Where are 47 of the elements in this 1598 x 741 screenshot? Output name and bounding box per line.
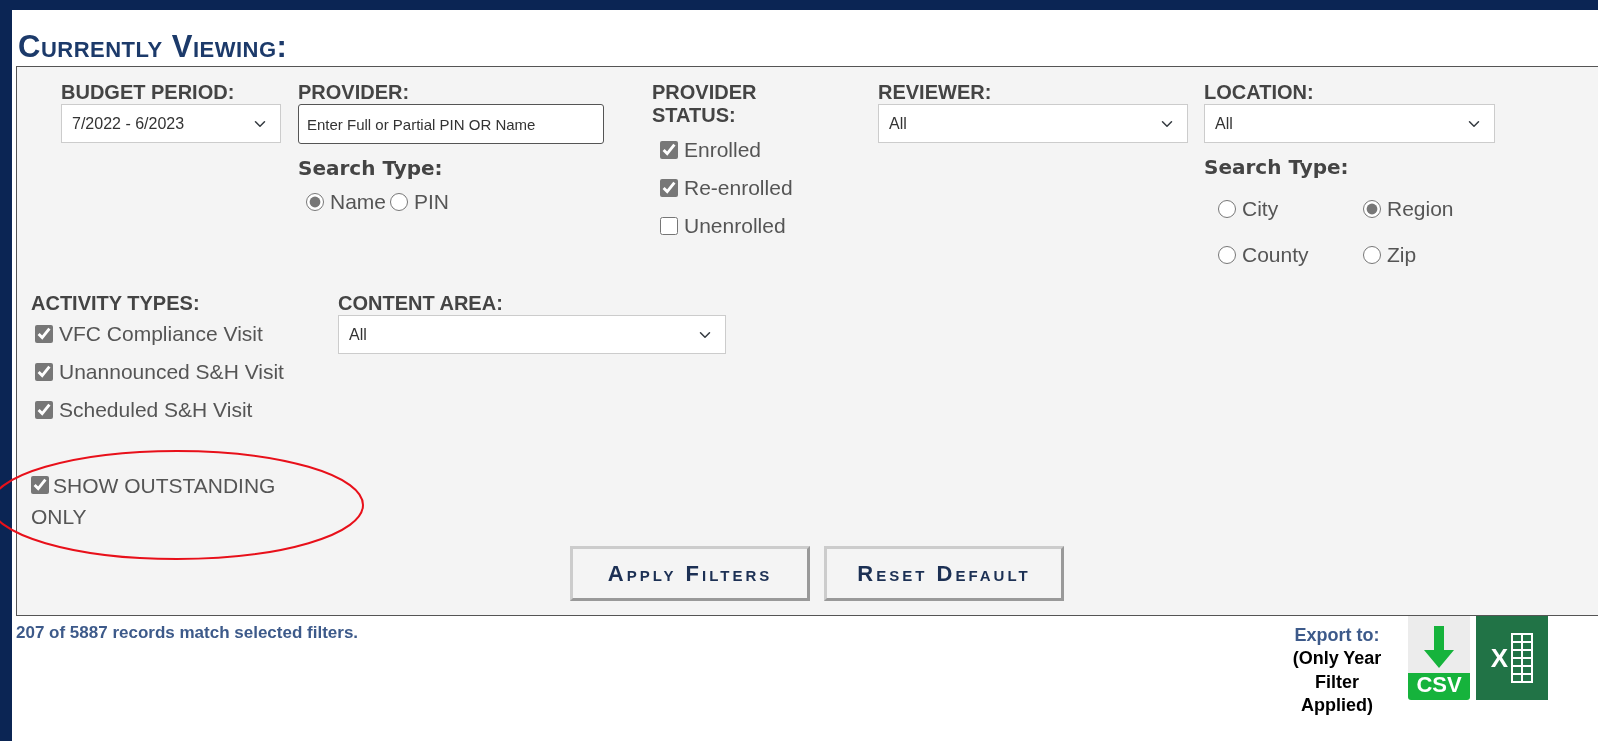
checkbox[interactable] [35, 363, 53, 382]
radio-button[interactable] [306, 193, 324, 212]
checkbox[interactable] [35, 325, 53, 344]
radio-button[interactable] [390, 193, 409, 212]
search-field[interactable]: Enter Full or Partial PIN OR Name [298, 104, 604, 145]
dropdown[interactable]: All [1204, 104, 1495, 144]
option-label[interactable]: Scheduled S&H Visit [59, 396, 253, 424]
field-label: REVIEWER: [878, 81, 993, 105]
dropdown[interactable]: All [878, 104, 1188, 144]
checkbox[interactable] [31, 476, 49, 495]
option-label[interactable]: City [1242, 195, 1279, 223]
option-label[interactable]: Region [1387, 195, 1454, 223]
option-label[interactable]: Enrolled [684, 136, 762, 164]
checkbox[interactable] [35, 401, 53, 420]
field-label: CONTENT AREA: [338, 292, 504, 316]
option-label[interactable]: Zip [1387, 241, 1417, 269]
page-title: Currently Viewing: [18, 30, 289, 65]
dropdown[interactable]: All [338, 315, 726, 355]
option-label[interactable]: PIN [414, 188, 450, 216]
option-label[interactable]: Unannounced S&H Visit [59, 358, 284, 386]
field-label: LOCATION: [1204, 81, 1315, 105]
radio-button[interactable] [1363, 200, 1381, 219]
radio-button[interactable] [1218, 200, 1236, 219]
reset-default-button[interactable]: Reset Default [824, 545, 1064, 601]
field-label: Search Type: [298, 155, 444, 183]
field-label: Search Type: [1204, 154, 1350, 182]
radio-button[interactable] [1363, 246, 1381, 265]
record-count: 207 of 5887 records match selected filters. [16, 622, 359, 645]
checkbox[interactable] [660, 141, 678, 160]
export-note: (Only Year Filter Applied) [1291, 647, 1383, 718]
excel-export-button[interactable]: X [1476, 616, 1548, 701]
field-label: PROVIDER: [298, 81, 411, 105]
spreadsheet-icon [1511, 633, 1534, 684]
apply-filters-button[interactable]: Apply Filters [570, 545, 810, 601]
option-label[interactable]: County [1242, 241, 1309, 269]
dropdown[interactable]: 7/2022 - 6/2023 [61, 104, 281, 144]
export-label: Export to: [1293, 624, 1381, 648]
checkbox[interactable] [660, 179, 678, 198]
field-label: BUDGET PERIOD: [61, 81, 236, 105]
option-label[interactable]: Unenrolled [684, 212, 786, 240]
option-label[interactable]: Name [330, 188, 387, 216]
field-label: ACTIVITY TYPES: [31, 292, 201, 316]
option-label[interactable]: VFC Compliance Visit [59, 320, 263, 348]
radio-button[interactable] [1218, 246, 1236, 265]
checkbox[interactable] [660, 217, 678, 236]
option-label[interactable]: Re-enrolled [684, 174, 793, 202]
field-label: PROVIDER STATUS: [652, 81, 758, 128]
